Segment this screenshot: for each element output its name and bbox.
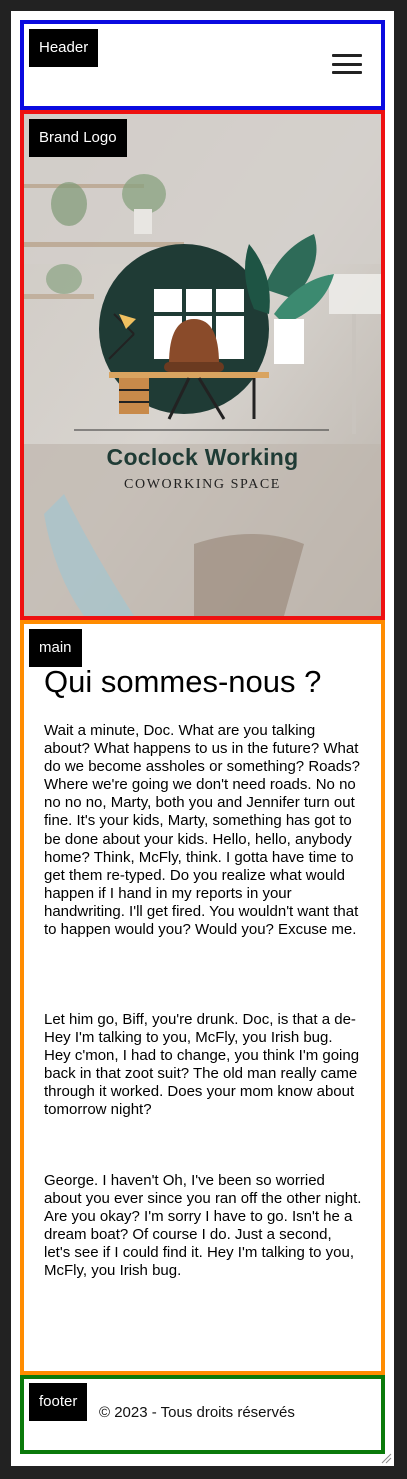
paragraph: Wait a minute, Doc. What are you talking…	[44, 722, 361, 939]
plant-blur	[51, 182, 87, 226]
shelf-low	[24, 294, 94, 299]
main-tag: main	[29, 629, 82, 667]
main-section: main Qui sommes-nous ? Wait a minute, Do…	[20, 620, 385, 1375]
menu-bar	[332, 54, 362, 57]
paragraph: George. I haven't Oh, I've been so worri…	[44, 1172, 362, 1280]
brand-title: Coclock Working	[106, 444, 299, 470]
lamp-blur	[329, 274, 381, 314]
brand-subtitle: COWORKING SPACE	[124, 477, 281, 492]
paragraph: Let him go, Biff, you're drunk. Doc, is …	[44, 1011, 360, 1119]
resize-grip-icon[interactable]	[380, 1452, 392, 1464]
brand-logo-image	[24, 114, 381, 616]
desk-drawers	[119, 378, 149, 414]
header: Header	[20, 20, 385, 110]
lamp-stand	[352, 314, 356, 434]
header-tag: Header	[29, 29, 99, 67]
shelf-mid	[24, 242, 184, 247]
page-title: Qui sommes-nous ?	[44, 664, 322, 699]
menu-bar	[332, 62, 362, 66]
footer: footer © 2023 - Tous droits réservés	[20, 1375, 385, 1454]
page: Header Brand Logo Coclock Working COWORK…	[11, 11, 394, 1466]
brand-tag: Brand Logo	[29, 119, 127, 157]
plant-blur	[122, 174, 166, 214]
plant-blur	[46, 264, 82, 294]
brand-logo-section: Brand Logo Coclock Working COWORKING SPA…	[20, 110, 385, 620]
menu-bar	[332, 71, 362, 74]
copyright-text: © 2023 - Tous droits réservés	[99, 1404, 295, 1421]
pot-blur	[134, 209, 152, 234]
plant-pot	[274, 319, 304, 364]
footer-tag: footer	[29, 1383, 88, 1421]
hamburger-menu-icon[interactable]	[332, 54, 362, 74]
desk-top	[109, 372, 269, 378]
chair-seat	[164, 362, 224, 372]
